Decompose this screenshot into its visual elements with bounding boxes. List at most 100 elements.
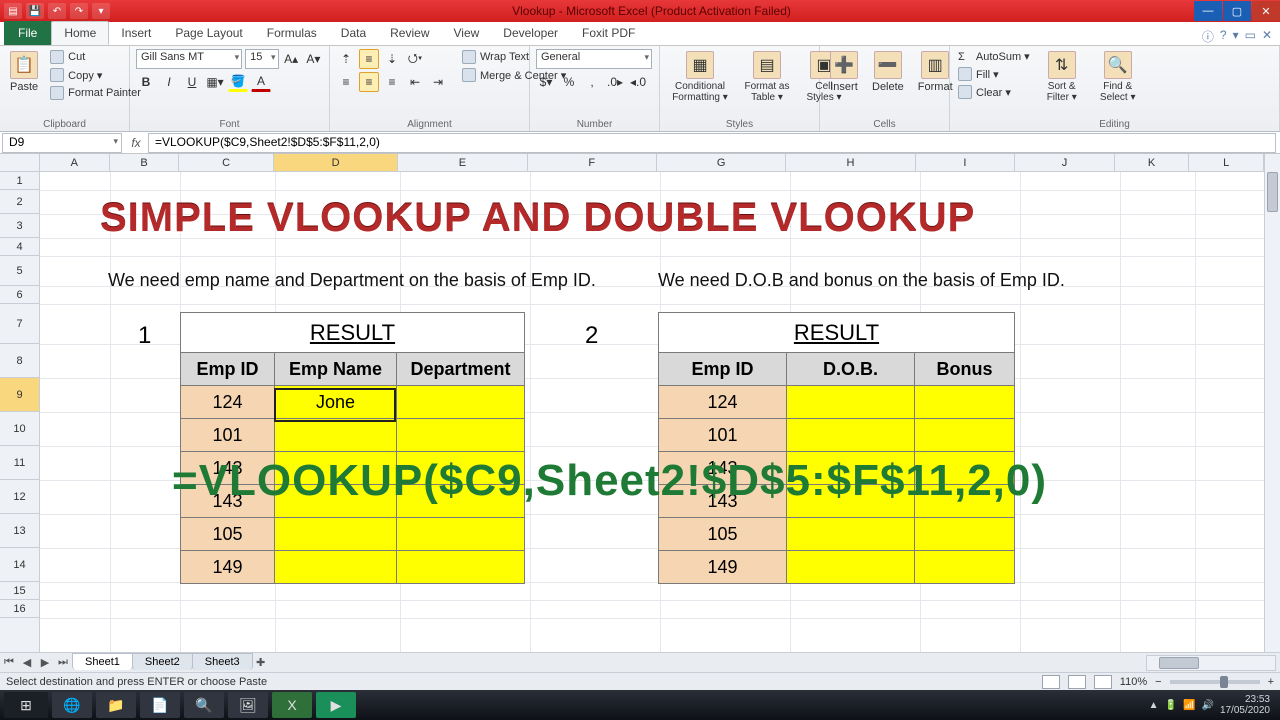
underline-button[interactable]: U xyxy=(182,72,202,92)
bold-button[interactable]: B xyxy=(136,72,156,92)
col-header-H[interactable]: H xyxy=(786,154,915,171)
cell-d9[interactable]: Jone xyxy=(275,386,397,419)
tab-view[interactable]: View xyxy=(442,21,492,45)
fill-color-button[interactable]: 🪣 xyxy=(228,72,248,92)
worksheet[interactable]: ABCDEFGHIJKL 12345678910111213141516 SIM… xyxy=(0,154,1280,652)
col-header-D[interactable]: D xyxy=(274,154,398,171)
tab-review[interactable]: Review xyxy=(378,21,441,45)
sheet-nav-prev[interactable]: ◀ xyxy=(18,656,36,669)
minimize-button[interactable]: — xyxy=(1194,1,1222,21)
sheet-nav-last[interactable]: ⏭ xyxy=(54,656,72,669)
row-header-13[interactable]: 13 xyxy=(0,514,39,548)
sheet-tab-2[interactable]: Sheet2 xyxy=(132,653,193,670)
number-format-combo[interactable]: General xyxy=(536,49,652,69)
format-painter-button[interactable]: Format Painter xyxy=(48,85,143,101)
taskbar-clock[interactable]: 23:53 17/05/2020 xyxy=(1220,694,1270,716)
align-center-button[interactable]: ≡ xyxy=(359,72,379,92)
font-name-combo[interactable]: Gill Sans MT xyxy=(136,49,242,69)
row-header-12[interactable]: 12 xyxy=(0,480,39,514)
file-tab[interactable]: File xyxy=(4,21,51,45)
task-app-5[interactable]: 🖼 xyxy=(228,692,268,718)
align-middle-button[interactable]: ≡ xyxy=(359,49,379,69)
undo-icon[interactable]: ↶ xyxy=(48,3,66,19)
col-header-J[interactable]: J xyxy=(1015,154,1115,171)
view-pagebreak-button[interactable] xyxy=(1094,675,1112,689)
start-button[interactable]: ⊞ xyxy=(4,692,48,718)
excel-icon[interactable]: ▤ xyxy=(4,3,22,19)
col-header-G[interactable]: G xyxy=(657,154,786,171)
paste-button[interactable]: 📋 Paste xyxy=(6,49,42,95)
ribbon-collapse-icon[interactable]: ▾ xyxy=(1233,28,1239,45)
tab-formulas[interactable]: Formulas xyxy=(255,21,329,45)
fx-icon[interactable]: fx xyxy=(124,136,148,150)
task-app-2[interactable]: 📁 xyxy=(96,692,136,718)
select-all-corner[interactable] xyxy=(0,154,40,172)
align-top-button[interactable]: ⇡ xyxy=(336,49,356,69)
window-restore-icon[interactable]: ▭ xyxy=(1245,28,1256,45)
maximize-button[interactable]: ▢ xyxy=(1223,1,1251,21)
align-right-button[interactable]: ≡ xyxy=(382,72,402,92)
sheet-nav-next[interactable]: ▶ xyxy=(36,656,54,669)
delete-cells-button[interactable]: ➖Delete xyxy=(868,49,908,95)
col-header-F[interactable]: F xyxy=(528,154,657,171)
row-header-3[interactable]: 3 xyxy=(0,214,39,238)
vertical-scrollbar[interactable] xyxy=(1264,154,1280,652)
clear-button[interactable]: Clear ▾ xyxy=(956,84,1032,100)
task-app-3[interactable]: 📄 xyxy=(140,692,180,718)
decrease-decimal-button[interactable]: ◂.0 xyxy=(628,72,648,92)
col-header-C[interactable]: C xyxy=(179,154,274,171)
conditional-formatting-button[interactable]: ▦Conditional Formatting ▾ xyxy=(666,49,734,105)
task-app-4[interactable]: 🔍 xyxy=(184,692,224,718)
row-header-8[interactable]: 8 xyxy=(0,344,39,378)
autosum-button[interactable]: Σ AutoSum ▾ xyxy=(956,49,1032,64)
task-app-1[interactable]: 🌐 xyxy=(52,692,92,718)
system-tray[interactable]: ▲ 🔋 📶 🔊 23:53 17/05/2020 xyxy=(1149,694,1276,716)
tab-data[interactable]: Data xyxy=(329,21,378,45)
col-header-A[interactable]: A xyxy=(40,154,110,171)
view-normal-button[interactable] xyxy=(1042,675,1060,689)
zoom-thumb[interactable] xyxy=(1220,676,1228,688)
border-button[interactable]: ▦▾ xyxy=(205,72,225,92)
find-select-button[interactable]: 🔍Find & Select ▾ xyxy=(1092,49,1144,105)
fill-button[interactable]: Fill ▾ xyxy=(956,66,1032,82)
increase-font-button[interactable]: A▴ xyxy=(282,49,301,69)
tray-icon[interactable]: 🔊 xyxy=(1201,700,1213,711)
tab-page-layout[interactable]: Page Layout xyxy=(163,21,254,45)
v-scroll-thumb[interactable] xyxy=(1267,172,1278,212)
accounting-button[interactable]: $▾ xyxy=(536,72,556,92)
task-excel[interactable]: X xyxy=(272,692,312,718)
row-header-5[interactable]: 5 xyxy=(0,256,39,286)
view-layout-button[interactable] xyxy=(1068,675,1086,689)
font-color-button[interactable]: A xyxy=(251,72,271,92)
zoom-out-button[interactable]: − xyxy=(1155,676,1161,688)
row-headers[interactable]: 12345678910111213141516 xyxy=(0,172,40,652)
tab-home[interactable]: Home xyxy=(51,21,109,45)
percent-button[interactable]: % xyxy=(559,72,579,92)
col-header-E[interactable]: E xyxy=(398,154,527,171)
copy-button[interactable]: Copy ▾ xyxy=(48,67,143,83)
horizontal-scrollbar[interactable] xyxy=(1146,655,1276,671)
row-header-9[interactable]: 9 xyxy=(0,378,39,412)
format-as-table-button[interactable]: ▤Format as Table ▾ xyxy=(740,49,794,105)
zoom-in-button[interactable]: + xyxy=(1268,676,1274,688)
tab-insert[interactable]: Insert xyxy=(109,21,163,45)
row-header-7[interactable]: 7 xyxy=(0,304,39,344)
col-header-K[interactable]: K xyxy=(1115,154,1190,171)
name-box[interactable]: D9 xyxy=(2,133,122,153)
tab-foxit-pdf[interactable]: Foxit PDF xyxy=(570,21,647,45)
indent-dec-button[interactable]: ⇤ xyxy=(405,72,425,92)
sheet-tab-1[interactable]: Sheet1 xyxy=(72,653,133,670)
align-left-button[interactable]: ≡ xyxy=(336,72,356,92)
task-app-6[interactable]: ▶ xyxy=(316,692,356,718)
row-header-10[interactable]: 10 xyxy=(0,412,39,446)
new-sheet-button[interactable]: ✚ xyxy=(252,656,270,669)
window-close2-icon[interactable]: ✕ xyxy=(1262,28,1272,45)
tray-icon[interactable]: ▲ xyxy=(1149,700,1159,711)
cut-button[interactable]: Cut xyxy=(48,49,143,65)
sheet-nav-first[interactable]: ⏮ xyxy=(0,656,18,669)
decrease-font-button[interactable]: A▾ xyxy=(304,49,323,69)
comma-button[interactable]: , xyxy=(582,72,602,92)
row-header-14[interactable]: 14 xyxy=(0,548,39,582)
indent-inc-button[interactable]: ⇥ xyxy=(428,72,448,92)
ribbon-min-icon[interactable]: ⓘ xyxy=(1202,28,1214,45)
